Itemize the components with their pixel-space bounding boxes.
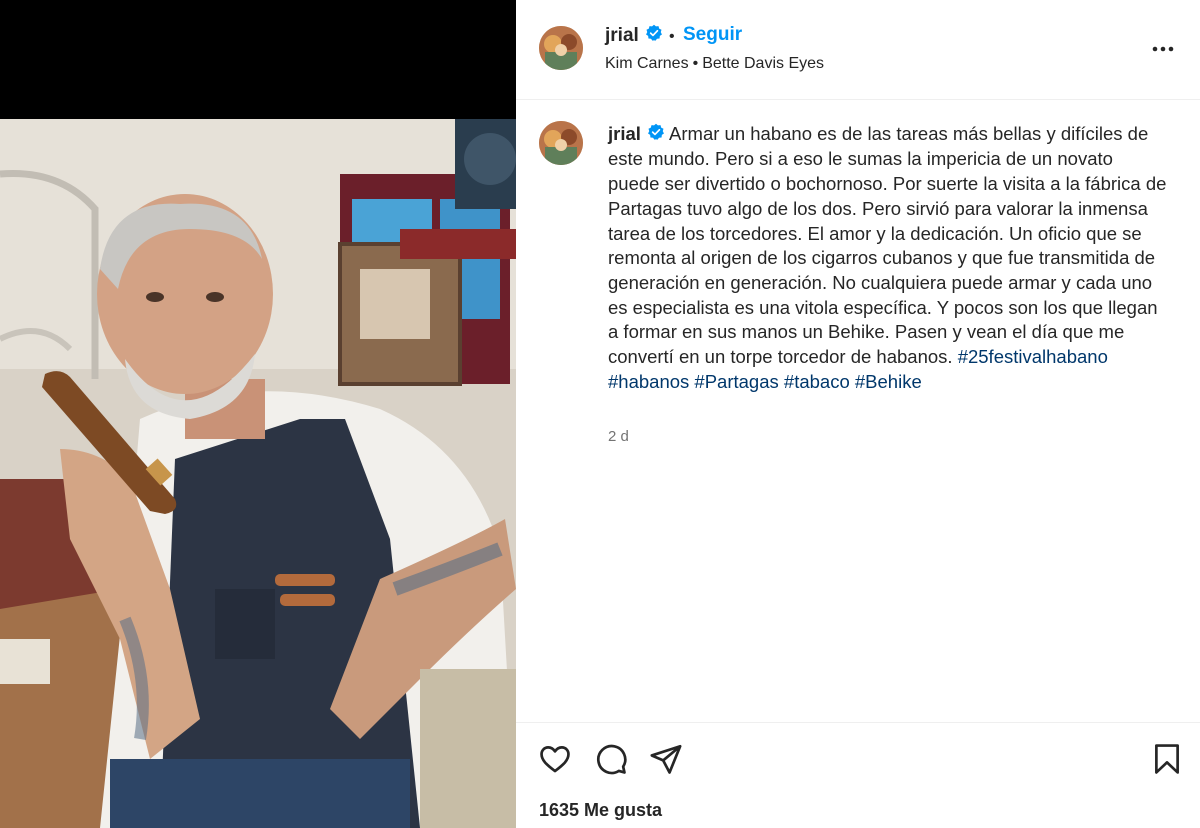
more-options-icon[interactable] bbox=[1150, 36, 1176, 62]
timestamp[interactable]: 2 d bbox=[608, 428, 629, 445]
send-icon[interactable] bbox=[649, 742, 683, 776]
hashtag-link[interactable]: #Partagas bbox=[694, 371, 778, 392]
post-header: jrial • Seguir Kim Carnes • Bette Davis Ey… bbox=[516, 0, 1200, 100]
bookmark-icon[interactable] bbox=[1150, 742, 1184, 776]
caption-text: Armar un habano es de las tareas más bel… bbox=[608, 123, 1167, 368]
music-separator: • bbox=[692, 55, 699, 72]
verified-badge-icon bbox=[647, 123, 665, 148]
post-photo bbox=[0, 119, 516, 828]
music-song[interactable]: Bette Davis Eyes bbox=[702, 55, 824, 72]
caption-avatar[interactable] bbox=[539, 121, 583, 165]
music-artist[interactable]: Kim Carnes bbox=[605, 55, 689, 72]
caption-username[interactable]: jrial bbox=[608, 123, 641, 144]
heart-icon[interactable] bbox=[538, 742, 572, 776]
likes-count[interactable]: 1635 Me gusta bbox=[539, 800, 662, 821]
avatar[interactable] bbox=[539, 26, 583, 70]
follow-button[interactable]: Seguir bbox=[683, 24, 742, 46]
separator-dot: • bbox=[669, 28, 675, 45]
post-media[interactable] bbox=[0, 0, 516, 828]
post-caption: jrial Armar un habano es de las tareas m… bbox=[608, 122, 1168, 394]
hashtag-link[interactable]: #habanos bbox=[608, 371, 689, 392]
hashtag-link[interactable]: #Behike bbox=[855, 371, 922, 392]
audio-attribution[interactable]: Kim Carnes • Bette Davis Eyes bbox=[605, 55, 824, 73]
post-details-pane: jrial • Seguir Kim Carnes • Bette Davis Ey… bbox=[516, 0, 1200, 828]
hashtag-link[interactable]: #tabaco bbox=[784, 371, 850, 392]
comment-icon[interactable] bbox=[594, 742, 628, 776]
actions-divider bbox=[516, 722, 1200, 723]
verified-badge-icon bbox=[645, 24, 663, 48]
hashtag-link[interactable]: #25festivalhabano bbox=[958, 346, 1108, 367]
username[interactable]: jrial bbox=[605, 24, 663, 48]
